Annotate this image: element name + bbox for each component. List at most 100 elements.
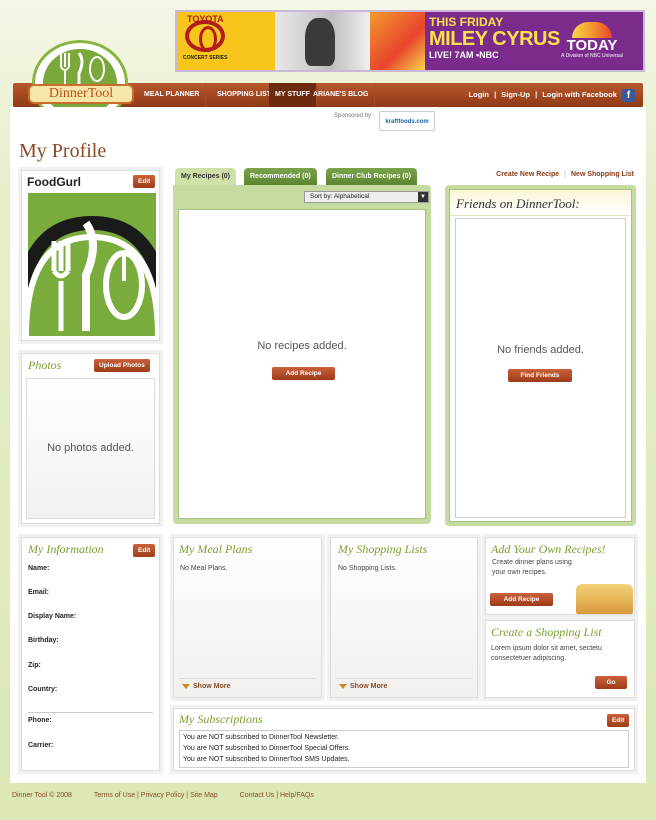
banner-photo: [275, 12, 370, 70]
info-label-display-name: Display Name:: [28, 613, 77, 620]
chevron-down-icon: ▼: [418, 192, 428, 202]
footer-links-help[interactable]: Contact Us | Help/FAQs: [240, 792, 314, 799]
nav-account-links: Login | Sign-Up | Login with Facebook f: [469, 83, 635, 107]
create-new-recipe-link[interactable]: Create New Recipe: [496, 171, 559, 178]
banner-line2: MILEY CYRUS: [429, 28, 560, 50]
info-label-name: Name:: [28, 565, 50, 572]
friends-inner: Friends on DinnerTool: No friends added.…: [449, 189, 632, 522]
banner-line1: THIS FRIDAY: [429, 15, 504, 29]
info-label-carrier: Carrier:: [28, 742, 54, 749]
nav-shopping-list[interactable]: SHOPPING LIST: [211, 83, 279, 107]
nav-arianes-blog[interactable]: ARIANE'S BLOG: [307, 83, 376, 107]
today-sun-icon: [572, 22, 612, 38]
photos-card: Photos Upload Photos No photos added.: [21, 353, 160, 524]
photos-title: Photos: [28, 358, 62, 372]
meal-plans-title: My Meal Plans: [179, 542, 253, 556]
shopping-lists-title: My Shopping Lists: [338, 542, 428, 556]
add-recipe-promo-button[interactable]: Add Recipe: [490, 593, 553, 606]
banner-text: THIS FRIDAY MILEY CYRUS LIVE! 7AM •NBC: [429, 16, 560, 61]
footer-links-legal[interactable]: Terms of Use | Privacy Policy | Site Map: [94, 792, 218, 799]
friends-header: Friends on DinnerTool:: [450, 190, 631, 216]
nav-separator: |: [494, 90, 497, 99]
divider: [28, 712, 153, 713]
today-title: TODAY: [566, 37, 618, 54]
nav-separator: |: [535, 90, 538, 99]
recipes-list: No recipes added. Add Recipe: [178, 209, 426, 519]
my-information-card: My Information Edit Name: Email: Display…: [21, 537, 160, 771]
profile-name: FoodGurl: [27, 175, 81, 189]
subscription-line: You are NOT subscribed to DinnerTool Spe…: [183, 745, 351, 752]
banner-line3: LIVE! 7AM •NBC: [429, 50, 499, 60]
info-label-phone: Phone:: [28, 717, 52, 724]
photos-empty-message: No photos added.: [47, 442, 134, 454]
info-label-birthday: Birthday:: [28, 637, 59, 644]
recipes-empty-message: No recipes added.: [257, 340, 347, 352]
kraft-logo[interactable]: kraftfoods.com: [379, 111, 435, 131]
nav-meal-planner[interactable]: MEAL PLANNER: [138, 83, 207, 107]
logo-text: DinnerTool: [28, 84, 134, 104]
my-information-title: My Information: [28, 542, 104, 556]
today-sub: A Division of NBC Universal: [561, 53, 623, 59]
edit-subscriptions-button[interactable]: Edit: [607, 714, 630, 727]
friends-panel: Friends on DinnerTool: No friends added.…: [445, 185, 636, 526]
tab-recommended[interactable]: Recommended (0): [244, 168, 317, 185]
add-recipe-button[interactable]: Add Recipe: [272, 367, 335, 380]
tab-dinner-club-recipes[interactable]: Dinner Club Recipes (0): [326, 168, 417, 185]
banner-ad[interactable]: TOYOTA CONCERT SERIES THIS FRIDAY MILEY …: [175, 10, 645, 72]
create-shopping-list-card: Create a Shopping List Lorem ipsum dolor…: [485, 620, 635, 698]
avatar[interactable]: [28, 193, 156, 336]
shopping-lists-show-more-link[interactable]: Show More: [339, 683, 387, 690]
triangle-down-icon: [182, 683, 190, 689]
subscriptions-title: My Subscriptions: [179, 712, 263, 726]
info-label-email: Email:: [28, 589, 50, 596]
login-link[interactable]: Login: [469, 90, 489, 99]
friends-list: No friends added. Find Friends: [455, 218, 626, 518]
tab-my-recipes[interactable]: My Recipes (0): [175, 168, 237, 185]
add-own-recipes-card: Add Your Own Recipes! Create dinner plan…: [485, 537, 635, 615]
recipes-panel: Sort by: Alphabetical ▼ No recipes added…: [173, 185, 431, 524]
banner-series: CONCERT SERIES: [183, 55, 228, 61]
footer: Dinner Tool © 2008 Terms of Use | Privac…: [12, 792, 314, 799]
avatar-fork-knife-mouse-icon: [28, 215, 156, 336]
subscription-line: You are NOT subscribed to DinnerTool New…: [183, 734, 340, 741]
toyota-emblem-icon: [185, 20, 225, 52]
new-shopping-list-link[interactable]: New Shopping List: [571, 171, 634, 178]
photos-area: No photos added.: [26, 378, 155, 519]
add-own-recipes-title: Add Your Own Recipes!: [491, 542, 606, 556]
upload-photos-button[interactable]: Upload Photos: [94, 359, 150, 372]
meal-plans-show-more-link[interactable]: Show More: [182, 683, 230, 690]
sort-select-value: Sort by: Alphabetical: [310, 193, 370, 200]
subscriptions-list: You are NOT subscribed to DinnerTool New…: [179, 730, 629, 768]
sponsored-by-label: Sponsored by:: [334, 113, 373, 119]
profile-card: FoodGurl Edit: [21, 170, 160, 341]
create-shopping-list-title: Create a Shopping List: [491, 625, 602, 639]
edit-information-button[interactable]: Edit: [133, 544, 156, 557]
sandwich-image: [576, 584, 633, 614]
meal-plans-show-more-label: Show More: [193, 683, 231, 690]
signup-link[interactable]: Sign-Up: [501, 90, 530, 99]
friends-empty-message: No friends added.: [497, 344, 584, 356]
facebook-login-link[interactable]: Login with Facebook: [542, 90, 617, 99]
edit-profile-button[interactable]: Edit: [133, 175, 156, 188]
my-meal-plans-card: My Meal Plans No Meal Plans. Show More: [173, 537, 322, 698]
shopping-lists-empty-message: No Shopping Lists.: [338, 565, 397, 572]
sort-select[interactable]: Sort by: Alphabetical ▼: [304, 191, 429, 203]
go-button[interactable]: Go: [595, 676, 627, 689]
top-links: Create New Recipe | New Shopping List: [496, 171, 634, 178]
my-subscriptions-card: My Subscriptions Edit You are NOT subscr…: [173, 708, 635, 771]
today-logo: TODAY A Division of NBC Universal: [547, 22, 637, 59]
footer-copyright: Dinner Tool © 2008: [12, 792, 72, 799]
add-own-recipes-text: Create dinner plans using your own recip…: [492, 559, 572, 576]
fork-knife-mouse-icon: [60, 52, 105, 87]
shopping-lists-show-more-label: Show More: [350, 683, 388, 690]
find-friends-button[interactable]: Find Friends: [508, 369, 572, 382]
triangle-down-icon: [339, 683, 347, 689]
info-label-zip: Zip:: [28, 662, 41, 669]
banner-graphic: [370, 12, 425, 70]
facebook-icon[interactable]: f: [622, 88, 635, 102]
my-shopping-lists-card: My Shopping Lists No Shopping Lists. Sho…: [330, 537, 478, 698]
page-title: My Profile: [19, 140, 107, 162]
friends-title: Friends on DinnerTool:: [456, 196, 580, 211]
link-separator: |: [564, 171, 566, 178]
toyota-logo: TOYOTA CONCERT SERIES: [177, 12, 275, 70]
